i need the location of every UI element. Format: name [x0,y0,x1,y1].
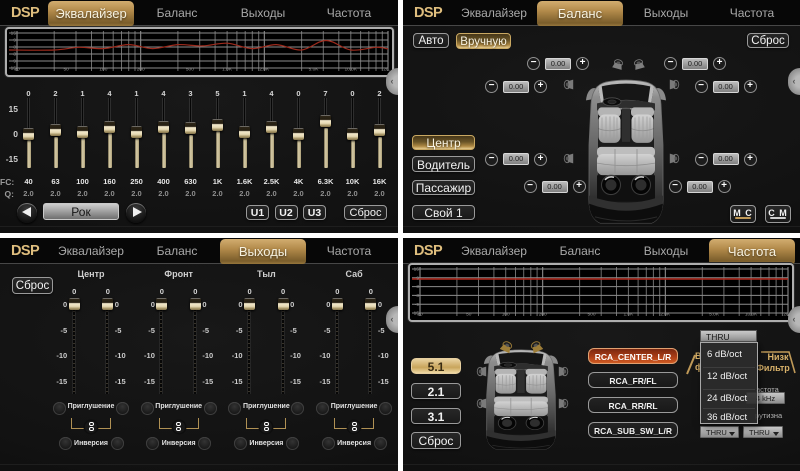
svg-text:5.0K: 5.0K [709,312,720,318]
svg-text:20: 20 [14,67,20,73]
svg-text:5.0K: 5.0K [309,67,320,73]
svg-text:100: 100 [502,312,510,318]
svg-text:200: 200 [539,312,547,318]
svg-text:-3: -3 [12,52,17,58]
svg-text:15: 15 [414,267,420,273]
svg-text:10.0K: 10.0K [745,312,758,318]
svg-text:50: 50 [64,67,70,73]
svg-text:2.0K: 2.0K [660,312,671,318]
svg-text:10.0K: 10.0K [345,67,358,73]
svg-text:9: 9 [416,275,419,281]
svg-text:100: 100 [99,67,107,73]
svg-text:1.0K: 1.0K [623,312,634,318]
svg-text:9: 9 [13,38,16,44]
svg-text:-9: -9 [12,59,17,65]
svg-text:-3: -3 [415,293,420,299]
svg-text:50: 50 [466,312,472,318]
svg-text:3: 3 [416,284,419,290]
svg-text:500: 500 [186,67,194,73]
svg-text:-9: -9 [415,302,420,308]
svg-text:1.0K: 1.0K [222,67,233,73]
svg-text:3: 3 [13,45,16,51]
svg-text:500: 500 [587,312,595,318]
svg-text:15: 15 [11,31,17,37]
svg-text:2.0K: 2.0K [259,67,270,73]
svg-text:200: 200 [137,67,145,73]
svg-text:20: 20 [417,312,423,318]
